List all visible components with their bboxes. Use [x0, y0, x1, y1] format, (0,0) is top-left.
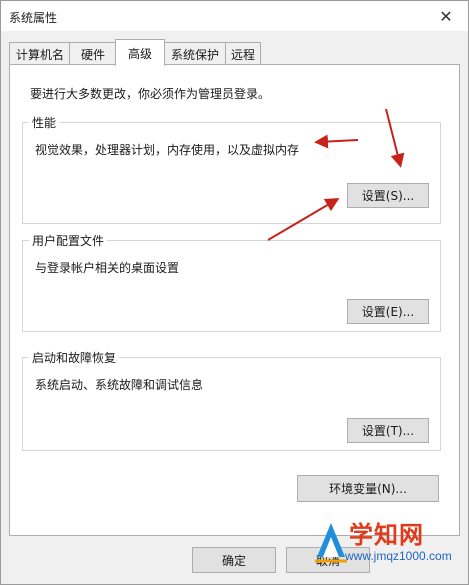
- tab-advanced[interactable]: 高级: [115, 39, 165, 66]
- startup-recovery-desc: 系统启动、系统故障和调试信息: [35, 378, 204, 392]
- performance-desc: 视觉效果，处理器计划，内存使用，以及虚拟内存: [35, 143, 300, 157]
- tab-remote[interactable]: 远程: [225, 42, 261, 65]
- tab-computer-name[interactable]: 计算机名: [9, 42, 71, 65]
- performance-title: 性能: [29, 114, 60, 131]
- user-profiles-title: 用户配置文件: [29, 232, 108, 249]
- title-bar: 系统属性 ✕: [1, 1, 468, 31]
- window-title: 系统属性: [9, 11, 58, 25]
- environment-variables-button[interactable]: 环境变量(N)...: [297, 475, 439, 502]
- user-profiles-settings-button[interactable]: 设置(E)...: [347, 299, 429, 324]
- watermark-logo: 学知网 www.jmqz1000.com: [311, 511, 461, 581]
- startup-recovery-title: 启动和故障恢复: [29, 349, 120, 366]
- performance-group: 性能 视觉效果，处理器计划，内存使用，以及虚拟内存 设置(S)...: [22, 114, 441, 224]
- user-profiles-desc: 与登录帐户相关的桌面设置: [35, 261, 180, 275]
- watermark-brand: 学知网: [349, 521, 424, 549]
- close-icon[interactable]: ✕: [436, 6, 456, 26]
- startup-recovery-settings-button[interactable]: 设置(T)...: [347, 418, 429, 443]
- admin-notice: 要进行大多数更改，你必须作为管理员登录。: [30, 87, 271, 101]
- performance-settings-button[interactable]: 设置(S)...: [347, 183, 429, 208]
- system-properties-window: 系统属性 ✕ 计算机名 硬件 高级 系统保护 远程 要进行大多数更改，你必须作为…: [0, 0, 469, 585]
- tab-hardware[interactable]: 硬件: [69, 42, 117, 65]
- user-profiles-group: 用户配置文件 与登录帐户相关的桌面设置 设置(E)...: [22, 232, 441, 332]
- tab-system-protection[interactable]: 系统保护: [163, 42, 227, 65]
- advanced-tab-panel: 要进行大多数更改，你必须作为管理员登录。 性能 视觉效果，处理器计划，内存使用，…: [9, 64, 460, 536]
- ok-button[interactable]: 确定: [192, 547, 276, 573]
- startup-recovery-group: 启动和故障恢复 系统启动、系统故障和调试信息 设置(T)...: [22, 349, 441, 451]
- watermark-url: www.jmqz1000.com: [345, 549, 452, 563]
- logo-icon: [315, 523, 347, 563]
